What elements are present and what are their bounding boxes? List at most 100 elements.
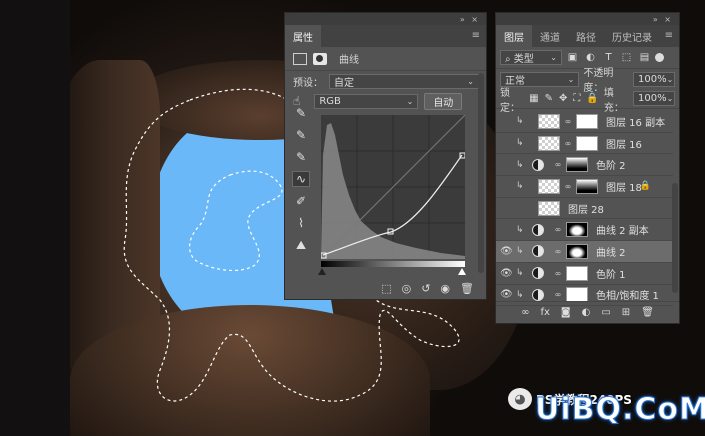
levels-adjustment-icon [532,267,544,280]
layer-mask-thumbnail[interactable] [566,265,588,281]
trash-icon[interactable]: 🗑 [460,282,474,295]
add-mask-icon[interactable]: ◙ [561,307,571,318]
layer-row[interactable]: ↳ ∞ 图层 16 副本 [496,111,673,133]
new-group-icon[interactable]: ▭ [601,307,610,318]
wechat-logo-icon: ◕ [508,388,532,410]
tab-properties[interactable]: 属性 [285,25,321,47]
pencil-draw-icon[interactable]: ✐ [292,193,310,209]
panel-collapse-bar[interactable]: » × [496,13,679,25]
clip-arrow-icon: ↳ [516,116,524,127]
fill-field[interactable]: 100% ⌄ [633,91,675,106]
chevron-down-icon: ⌄ [467,76,474,86]
view-previous-icon[interactable]: ◎ [402,282,412,295]
eye-icon[interactable]: 👁 [500,246,513,257]
properties-scrollbar[interactable] [478,73,484,273]
filter-shape-icon[interactable]: ⬚ [620,51,633,64]
tab-channels[interactable]: 通道 [532,25,568,47]
mask-icon[interactable] [313,52,327,65]
clip-arrow-icon: ↳ [516,246,524,257]
panel-collapse-bar[interactable]: » × [285,13,486,25]
smooth-curve-icon[interactable]: ⌇ [292,215,310,231]
layer-mask-thumbnail[interactable] [576,178,598,194]
layer-row[interactable]: ↳ ∞ 图层 18 🔒 [496,176,673,198]
auto-button[interactable]: 自动 [424,92,463,110]
eye-icon[interactable]: 👁 [500,289,513,300]
lock-all-icon[interactable]: 🔒 [586,93,598,104]
curves-graph-svg [320,114,466,260]
layer-row[interactable]: 👁 ↳ ∞ 色阶 1 [496,263,673,285]
levels-adjustment-icon [532,158,544,171]
layer-row[interactable]: ↳ ∞ 色阶 2 [496,154,673,177]
link-chain-icon: ∞ [554,290,562,300]
filter-type-icon[interactable]: T [602,51,615,64]
fill-label: 填充： [603,87,624,114]
properties-tab-row: 属性 ≡ [285,25,486,47]
curve-point-tool-icon[interactable]: ∿ [292,171,310,187]
panel-menu-icon[interactable]: ≡ [472,30,480,41]
link-layers-icon[interactable]: ∞ [521,307,529,318]
curves-graph[interactable] [320,114,466,260]
layer-name: 曲线 2 副本 [596,226,649,238]
white-point-slider[interactable] [458,268,466,275]
link-chain-icon: ∞ [554,268,562,278]
adjustment-title: 曲线 [339,55,359,66]
filter-adjustment-icon[interactable]: ◐ [584,51,597,64]
layer-row[interactable]: 图层 28 [496,198,673,220]
clip-arrow-icon: ↳ [516,224,524,235]
properties-panel: » × 属性 ≡ 曲线 预设： 自定 ⌄ ☝ RGB ⌄ 自动 ✎ ✎ ✎ ∿ ✐ … [284,12,487,300]
chevron-down-icon: ⌄ [666,94,674,103]
layer-mask-thumbnail[interactable] [566,157,588,173]
hue-saturation-adjustment-icon [532,288,544,301]
clip-to-layer-icon[interactable]: ⬚ [381,282,391,295]
lock-artboard-icon[interactable]: ⛶ [573,93,580,104]
black-eyedropper-icon[interactable]: ✎ [292,105,310,121]
link-chain-icon: ∞ [564,181,572,191]
lock-position-icon[interactable]: ✥ [559,93,567,104]
preset-label: 预设： [293,77,323,89]
tab-paths[interactable]: 路径 [568,25,604,47]
white-eyedropper-icon[interactable]: ✎ [292,149,310,165]
black-point-slider[interactable] [318,268,326,275]
layer-name: 图层 28 [568,204,604,216]
layer-row-selected[interactable]: 👁 ↳ ∞ 曲线 2 [496,241,673,263]
eye-icon[interactable]: 👁 [500,268,513,279]
panel-menu-icon[interactable]: ≡ [665,30,673,41]
tab-layers[interactable]: 图层 [496,25,532,47]
link-chain-icon: ∞ [554,225,562,235]
visibility-eye-icon[interactable]: ◉ [440,282,450,295]
layer-mask-thumbnail[interactable] [566,243,588,259]
layer-name: 图层 16 副本 [606,117,666,129]
filter-kind-dropdown[interactable]: ⌕ 类型 ⌄ [500,50,562,65]
tab-history[interactable]: 历史记录 [604,25,660,47]
layer-name: 图层 16 [606,139,642,151]
lock-pixels-icon[interactable]: ✎ [545,93,553,104]
layer-row[interactable]: ↳ ∞ 曲线 2 副本 [496,219,673,242]
filter-pixel-icon[interactable]: ▣ [566,51,579,64]
layer-row[interactable]: ↳ ∞ 图层 16 [496,133,673,155]
layers-scrollbar[interactable] [672,183,678,293]
channel-dropdown[interactable]: RGB ⌄ [314,93,419,109]
curves-tool-column: ✎ ✎ ✎ ∿ ✐ ⌇ ⛰ [291,105,311,253]
filter-smart-object-icon[interactable]: ▤ [638,51,651,64]
layer-name: 色阶 1 [596,269,626,281]
filter-toggle[interactable] [655,53,664,62]
gray-eyedropper-icon[interactable]: ✎ [292,127,310,143]
gradient-strip [321,261,465,267]
new-adjustment-icon[interactable]: ◐ [582,307,591,318]
new-layer-icon[interactable]: ⊞ [622,307,630,318]
layer-mask-thumbnail[interactable] [576,135,598,151]
opacity-field[interactable]: 100% ⌄ [633,71,675,87]
layer-style-fx-icon[interactable]: fx [540,307,549,318]
clipping-warning-icon[interactable]: ⛰ [292,237,310,253]
reset-icon[interactable]: ↺ [421,282,430,295]
trash-icon[interactable]: 🗑 [641,307,654,318]
curves-adjustment-icon [532,245,544,258]
clip-arrow-icon: ↳ [516,181,524,192]
lock-transparent-icon[interactable]: ▦ [529,93,538,104]
curves-adjustment-icon [293,52,307,65]
preset-dropdown[interactable]: 自定 ⌄ [329,73,479,89]
lock-icon: 🔒 [639,181,651,192]
layer-mask-thumbnail[interactable] [566,222,588,238]
curves-adjustment-icon [532,223,544,236]
layer-mask-thumbnail[interactable] [576,113,598,129]
